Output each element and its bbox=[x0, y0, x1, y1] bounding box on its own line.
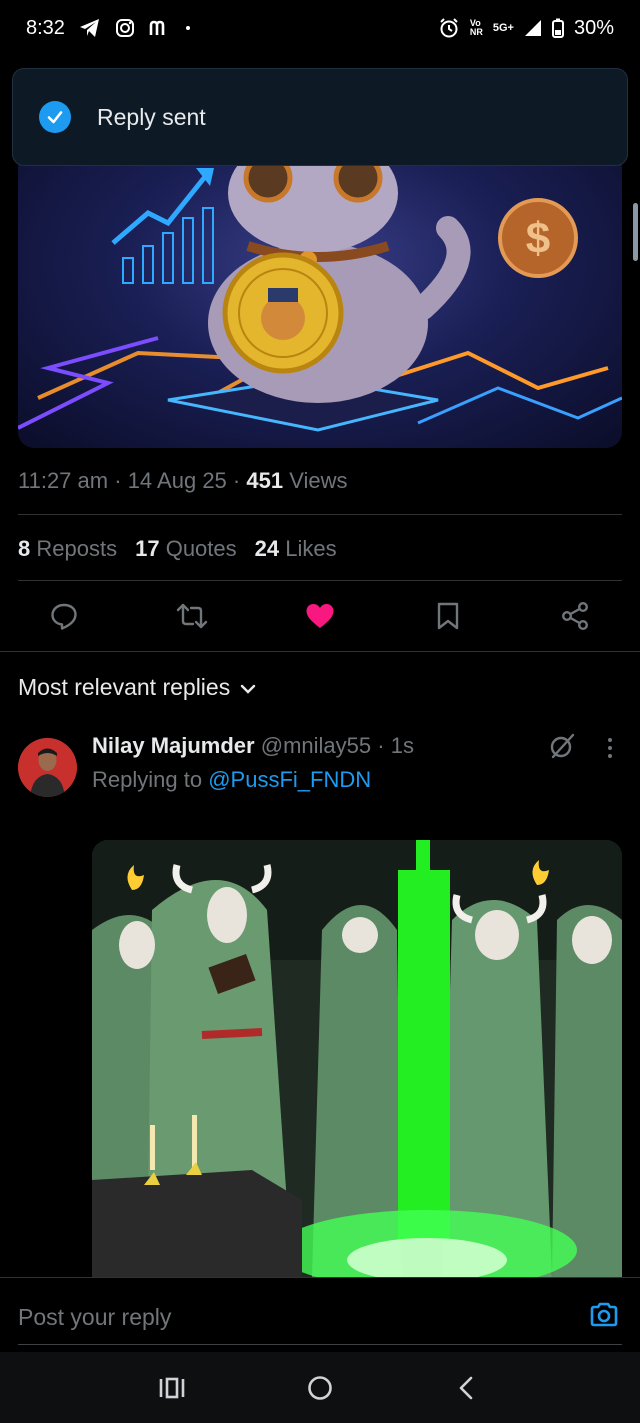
chevron-down-icon bbox=[240, 674, 256, 701]
divider bbox=[18, 514, 622, 515]
battery-percent: 30% bbox=[573, 16, 614, 39]
status-time: 8:32 bbox=[26, 16, 65, 39]
share-icon[interactable] bbox=[555, 596, 595, 636]
system-nav-bar bbox=[0, 1352, 640, 1423]
recent-apps-icon[interactable] bbox=[152, 1372, 192, 1404]
input-underline bbox=[18, 1344, 622, 1345]
alarm-icon bbox=[438, 17, 460, 39]
back-icon[interactable] bbox=[446, 1372, 486, 1404]
views-count: 451 bbox=[246, 468, 284, 493]
scrollbar[interactable] bbox=[633, 203, 638, 261]
avatar[interactable] bbox=[18, 738, 77, 797]
replying-to-handle[interactable]: @PussFi_FNDN bbox=[208, 767, 371, 792]
likes-stat[interactable]: 24 Likes bbox=[255, 536, 337, 562]
check-circle-icon bbox=[39, 101, 71, 133]
sort-label: Most relevant replies bbox=[18, 674, 231, 700]
bookmark-icon[interactable] bbox=[428, 596, 468, 636]
post-meta: 11:27 am · 14 Aug 25 · 451 Views bbox=[18, 468, 348, 493]
status-bar: 8:32 Vo NR 5G+ 30% bbox=[0, 0, 640, 56]
reposts-stat[interactable]: 8 Reposts bbox=[18, 536, 117, 562]
grok-icon[interactable] bbox=[548, 732, 576, 760]
toast-text: Reply sent bbox=[97, 103, 206, 130]
reply-input[interactable]: Post your reply bbox=[18, 1304, 171, 1331]
action-bar bbox=[0, 596, 640, 636]
post-time: 11:27 am bbox=[18, 468, 109, 493]
divider bbox=[18, 580, 622, 581]
like-icon[interactable] bbox=[300, 596, 340, 636]
camera-icon[interactable] bbox=[589, 1300, 619, 1330]
telegram-icon bbox=[79, 18, 101, 38]
post-stats: 8 Reposts 17 Quotes 24 Likes bbox=[18, 536, 337, 562]
m-icon bbox=[149, 19, 171, 37]
quotes-stat[interactable]: 17 Quotes bbox=[135, 536, 237, 562]
views-label: Views bbox=[289, 468, 348, 493]
reply-time: 1s bbox=[390, 733, 414, 758]
svg-text:$: $ bbox=[526, 214, 550, 263]
instagram-icon bbox=[115, 18, 135, 38]
reply-icon[interactable] bbox=[44, 596, 84, 636]
reply-sent-toast: Reply sent bbox=[12, 68, 628, 166]
battery-icon bbox=[551, 18, 564, 38]
reply-author-handle[interactable]: @mnilay55 bbox=[261, 733, 371, 758]
reply-image[interactable] bbox=[92, 840, 622, 1277]
post-image[interactable]: $ bbox=[18, 138, 622, 448]
dot-icon bbox=[185, 25, 191, 31]
signal-icon bbox=[524, 19, 542, 37]
home-icon[interactable] bbox=[300, 1372, 340, 1404]
repost-icon[interactable] bbox=[172, 596, 212, 636]
post-date: 14 Aug 25 bbox=[127, 468, 227, 493]
more-options-icon[interactable] bbox=[598, 736, 622, 760]
network-label: Vo NR bbox=[469, 18, 483, 37]
replies-sort-dropdown[interactable]: Most relevant replies bbox=[18, 674, 256, 701]
reply-header: Nilay Majumder @mnilay55 · 1s bbox=[92, 733, 414, 758]
divider bbox=[0, 651, 640, 652]
reply-author-name[interactable]: Nilay Majumder bbox=[92, 733, 255, 758]
reply-composer: Post your reply bbox=[0, 1277, 640, 1352]
replying-to: Replying to @PussFi_FNDN bbox=[92, 767, 372, 792]
signal-type: 5G+ bbox=[492, 21, 514, 34]
